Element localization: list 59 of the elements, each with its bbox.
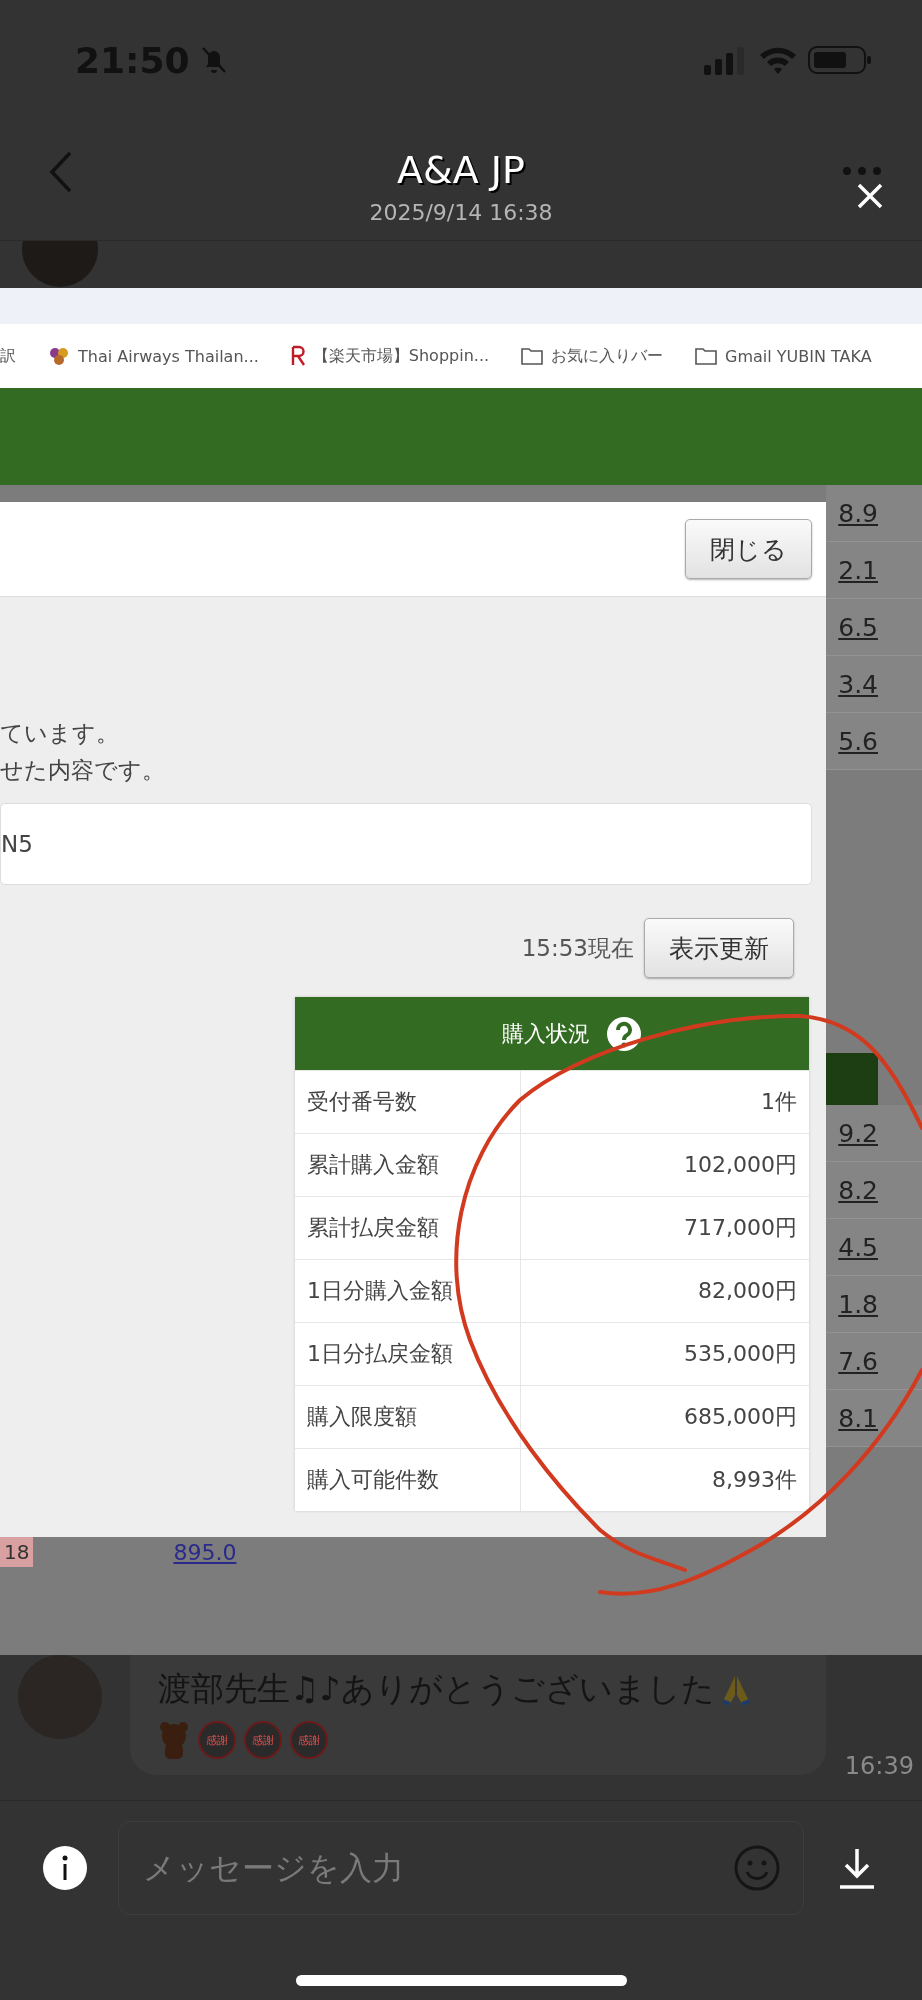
close-icon[interactable]: [857, 183, 883, 209]
text-field[interactable]: N5: [0, 803, 812, 885]
bell-slash-icon: [199, 45, 228, 75]
odds-link[interactable]: 5.6: [838, 726, 878, 756]
chat-title: A&A JP: [397, 148, 525, 192]
table-cell: 102,000円: [520, 1134, 809, 1196]
odds-link[interactable]: 9.2: [838, 1118, 878, 1148]
number-badge: 18: [0, 1537, 34, 1567]
odds-link[interactable]: 8.1: [838, 1403, 878, 1433]
message-text: ています。: [0, 719, 120, 748]
odds-link[interactable]: 4.5: [838, 1232, 878, 1262]
info-icon[interactable]: [42, 1845, 88, 1891]
timestamp-text: 15:53現在: [521, 933, 634, 963]
odds-link[interactable]: 1.8: [838, 1289, 878, 1319]
message-time: 16:39: [844, 1752, 914, 1780]
odds-link[interactable]: 3.4: [838, 669, 878, 699]
table-header: [826, 1053, 878, 1105]
wifi-icon: [758, 45, 798, 75]
bookmark-link[interactable]: 訳: [0, 345, 16, 367]
bookmark-link[interactable]: Thai Airways Thailan...: [78, 346, 259, 366]
table-cell: 717,000円: [520, 1197, 809, 1259]
letter-r-icon: [290, 345, 305, 367]
folder-icon: [695, 347, 718, 365]
table-cell-text: 1日分払戻金額: [306, 1340, 454, 1368]
bookmark-link[interactable]: お気に入りバー: [551, 345, 664, 367]
table-cell: 82,000円: [520, 1260, 809, 1322]
odds-link[interactable]: 7.6: [838, 1346, 878, 1376]
table-cell-text: 購入限度額: [306, 1403, 418, 1431]
stamp-sticker: 感謝: [244, 1721, 282, 1759]
odds-link[interactable]: 2.1: [838, 555, 878, 585]
bookmark-link[interactable]: 【楽天市場】Shoppin...: [312, 345, 490, 367]
folder-icon: [521, 347, 544, 365]
bear-icon: [158, 1720, 190, 1760]
stamp-sticker: 感謝: [290, 1721, 328, 1759]
table-cell-text: 1日分購入金額: [306, 1277, 454, 1305]
odds-link[interactable]: 895.0: [173, 1539, 237, 1565]
message-field[interactable]: メッセージを入力: [118, 1821, 804, 1915]
message-text: せた内容です。: [0, 756, 166, 785]
stamp-sticker: 感謝: [198, 1721, 236, 1759]
table-cell-text: 累計購入金額: [306, 1151, 440, 1179]
help-icon[interactable]: [606, 1015, 642, 1052]
table-title: 購入状況: [502, 1019, 590, 1048]
close-button[interactable]: 閉じる: [685, 519, 812, 579]
table-cell-text: 購入可能件数: [306, 1466, 440, 1494]
refresh-button[interactable]: 表示更新: [644, 918, 794, 978]
battery-icon: [808, 45, 872, 75]
table-cell-text: 累計払戻金額: [306, 1214, 440, 1242]
table-cell: 535,000円: [520, 1323, 809, 1385]
message-input[interactable]: メッセージを入力: [141, 1848, 733, 1888]
flower-icon: [48, 345, 70, 367]
image-date: 2025/9/14 16:38: [369, 200, 553, 225]
table-cell: 685,000円: [520, 1386, 809, 1448]
table-cell: 1件: [520, 1071, 809, 1133]
table-cell: 8,993件: [520, 1449, 809, 1511]
odds-link[interactable]: 6.5: [838, 612, 878, 642]
odds-link[interactable]: 8.9: [838, 498, 878, 528]
bookmark-link[interactable]: Gmail YUBIN TAKA: [725, 346, 872, 366]
table-cell-text: 受付番号数: [306, 1088, 418, 1116]
odds-link[interactable]: 8.2: [838, 1175, 878, 1205]
